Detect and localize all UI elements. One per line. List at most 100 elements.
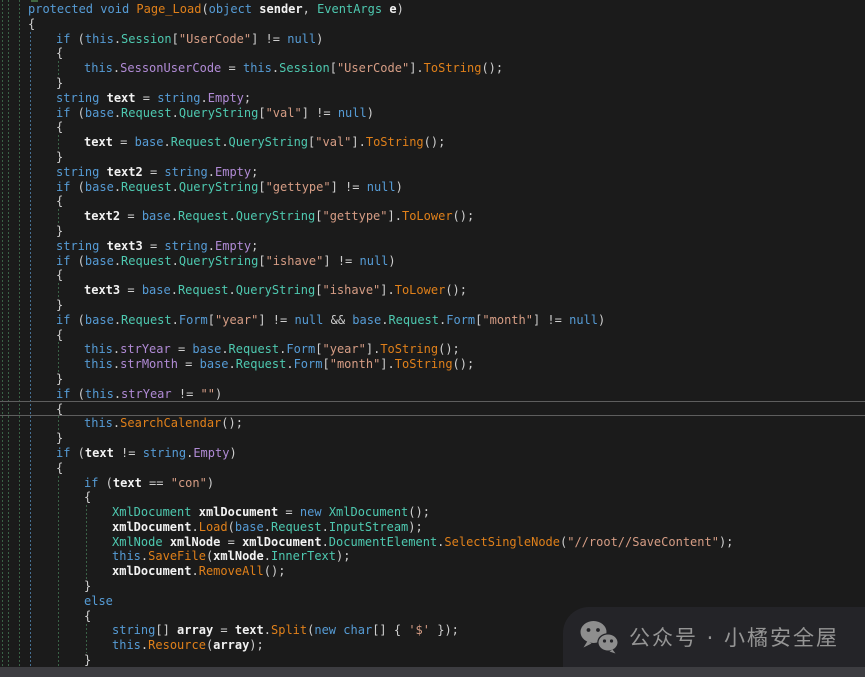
code-token: ToLower (402, 209, 453, 223)
code-token: "gettype" (322, 209, 387, 223)
code-line[interactable]: if (base.Request.QueryString["ishave"] !… (0, 254, 865, 269)
code-line[interactable]: if (this.strYear != "") (0, 387, 865, 402)
code-token: Empty (208, 91, 244, 105)
code-token: . (221, 342, 228, 356)
code-token: . (264, 520, 271, 534)
code-line[interactable]: xmlDocument.RemoveAll(); (0, 564, 865, 579)
code-token: ]. (380, 283, 394, 297)
code-token: . (208, 239, 215, 253)
code-line[interactable]: this.strYear = base.Request.Form["year"]… (0, 342, 865, 357)
code-line[interactable]: string text2 = string.Empty; (0, 165, 865, 180)
code-token: e (389, 2, 396, 16)
code-token (99, 165, 106, 179)
code-line[interactable]: { (0, 17, 865, 32)
code-token: = (143, 165, 165, 179)
code-line[interactable]: { (0, 461, 865, 476)
code-token: text (85, 446, 114, 460)
code-token: void (100, 2, 129, 16)
code-token: if (56, 32, 70, 46)
code-token: ( (70, 313, 84, 327)
code-token: ) (397, 2, 404, 16)
code-token: } (84, 653, 91, 667)
code-token: = (113, 135, 135, 149)
code-token: . (229, 209, 236, 223)
code-token: ); (249, 638, 263, 652)
code-token: (); (453, 209, 475, 223)
code-line[interactable]: { (0, 402, 865, 417)
code-token: protected (28, 2, 93, 16)
code-token: base (85, 254, 114, 268)
watermark-label: 公众号 · 小橘安全屋 (629, 622, 839, 652)
code-token: [ (258, 180, 265, 194)
code-line[interactable]: XmlDocument xmlDocument = new XmlDocumen… (0, 505, 865, 520)
code-line[interactable]: } (0, 76, 865, 91)
code-token: QueryString (236, 283, 315, 297)
code-token: this (84, 357, 113, 371)
code-line[interactable]: } (0, 431, 865, 446)
code-token: . (172, 254, 179, 268)
code-line[interactable]: } (0, 579, 865, 594)
code-line[interactable]: if (this.Session["UserCode"] != null) (0, 32, 865, 47)
code-token: ToString (380, 342, 438, 356)
code-token: ( (228, 520, 235, 534)
code-token: = (120, 283, 142, 297)
code-token (163, 535, 170, 549)
code-line[interactable]: text = base.Request.QueryString["val"].T… (0, 135, 865, 150)
code-token: { (84, 490, 91, 504)
code-token: xmlDocument (242, 535, 321, 549)
code-line[interactable]: } (0, 372, 865, 387)
code-line[interactable]: if (base.Request.QueryString["val"] != n… (0, 106, 865, 121)
code-token: QueryString (229, 135, 308, 149)
code-line[interactable]: xmlDocument.Load(base.Request.InputStrea… (0, 520, 865, 535)
code-token: . (191, 520, 198, 534)
code-line[interactable]: { (0, 328, 865, 343)
code-line[interactable]: this.strMonth = base.Request.Form["month… (0, 357, 865, 372)
code-token: "UserCode" (337, 61, 409, 75)
code-token: != (172, 387, 201, 401)
code-token: string (56, 91, 99, 105)
code-line[interactable]: if (base.Request.QueryString["gettype"] … (0, 180, 865, 195)
code-line[interactable]: protected void Page_Load(object sender, … (0, 2, 865, 17)
code-line[interactable]: this.SessonUserCode = this.Session["User… (0, 61, 865, 76)
code-line[interactable]: text3 = base.Request.QueryString["ishave… (0, 283, 865, 298)
code-line[interactable]: } (0, 150, 865, 165)
code-token: . (322, 535, 329, 549)
code-token: "ishave" (322, 283, 380, 297)
code-token: ] != (323, 254, 359, 268)
code-token: . (114, 254, 121, 268)
code-token: sender (259, 2, 302, 16)
code-token: if (56, 313, 70, 327)
code-line[interactable]: { (0, 120, 865, 135)
code-token: text2 (107, 165, 143, 179)
code-token: this (243, 61, 272, 75)
code-line[interactable]: } (0, 224, 865, 239)
code-line[interactable]: } (0, 298, 865, 313)
code-token: base (192, 342, 221, 356)
code-token: } (56, 298, 63, 312)
code-token: null (294, 313, 323, 327)
code-line[interactable]: XmlNode xmlNode = xmlDocument.DocumentEl… (0, 535, 865, 550)
code-line[interactable]: if (text != string.Empty) (0, 446, 865, 461)
code-line[interactable]: if (base.Request.Form["year"] != null &&… (0, 313, 865, 328)
code-line[interactable]: text2 = base.Request.QueryString["gettyp… (0, 209, 865, 224)
code-line[interactable]: this.SearchCalendar(); (0, 416, 865, 431)
code-line[interactable]: { (0, 268, 865, 283)
code-token: = (120, 209, 142, 223)
code-editor[interactable]: protected void Page_Load(object sender, … (0, 0, 865, 677)
code-line[interactable]: { (0, 46, 865, 61)
code-line[interactable]: { (0, 490, 865, 505)
code-token: base (85, 313, 114, 327)
code-line[interactable]: this.SaveFile(xmlNode.InnerText); (0, 549, 865, 564)
code-line[interactable]: { (0, 194, 865, 209)
code-token: { (28, 17, 35, 31)
code-token: base (200, 357, 229, 371)
code-token: = (136, 91, 158, 105)
code-line[interactable]: string text = string.Empty; (0, 91, 865, 106)
code-token: null (287, 32, 316, 46)
decompiler-code-window: protected void Page_Load(object sender, … (0, 0, 865, 677)
code-token: . (171, 209, 178, 223)
code-line[interactable]: string text3 = string.Empty; (0, 239, 865, 254)
code-line[interactable]: if (text == "con") (0, 476, 865, 491)
bottom-scrollbar[interactable] (0, 667, 865, 677)
code-token: this (84, 416, 113, 430)
